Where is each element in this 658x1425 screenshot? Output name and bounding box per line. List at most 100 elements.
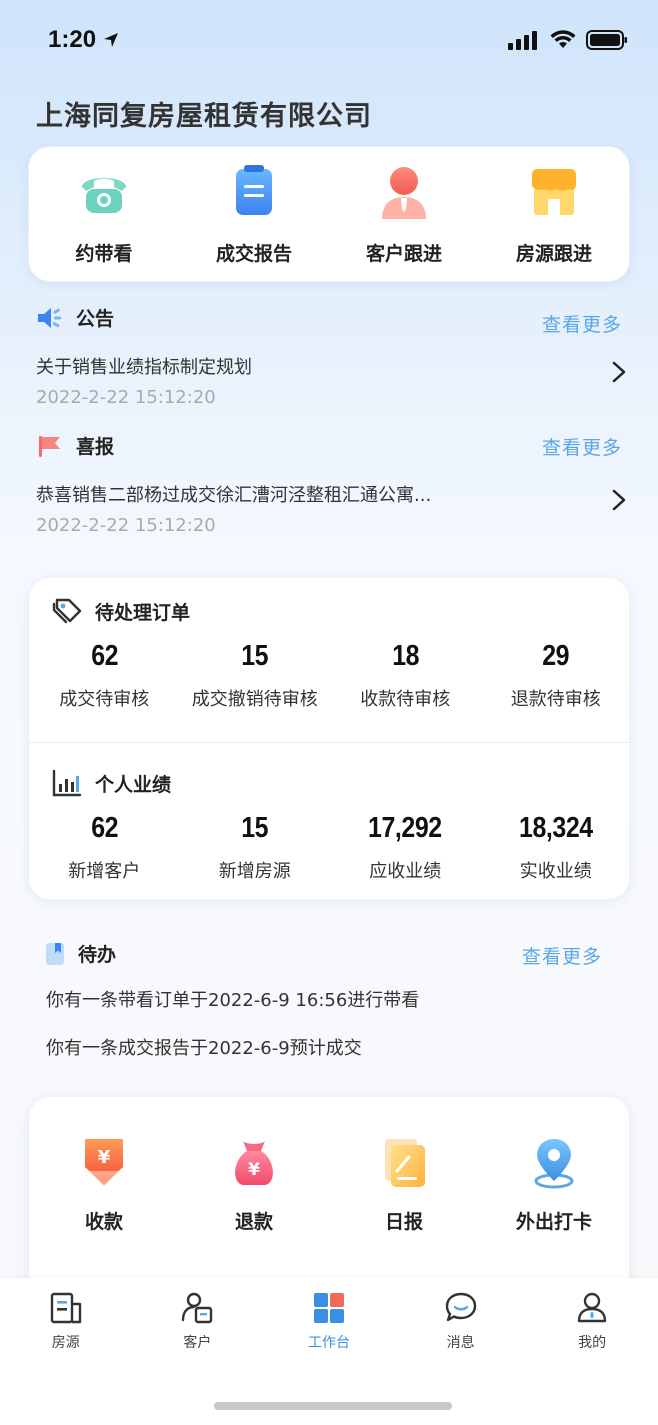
tool-label: 外出打卡 — [515, 1211, 592, 1233]
report-icon — [236, 165, 272, 215]
tab-label: 房源 — [51, 1335, 80, 1351]
performance-stats: 62 新增客户 15 新增房源 17,292 应收业绩 18,324 实收业绩 — [29, 812, 631, 883]
stat-new-properties[interactable]: 15 新增房源 — [180, 812, 331, 883]
tool-label: 日报 — [384, 1211, 423, 1233]
stat-new-customers[interactable]: 62 新增客户 — [29, 812, 180, 883]
bookmark-icon — [46, 942, 64, 965]
stat-label: 收款待审核 — [360, 689, 451, 710]
todo-item[interactable]: 你有一条成交报告于2022-6-9预计成交 — [46, 1034, 362, 1060]
tab-properties[interactable]: 房源 — [0, 1290, 132, 1352]
customer-icon — [382, 167, 426, 219]
stat-received[interactable]: 18,324 实收业绩 — [481, 812, 632, 883]
building-icon — [50, 1292, 81, 1324]
stat-value: 15 — [241, 640, 269, 672]
phone-icon — [82, 178, 126, 213]
stat-receivable[interactable]: 17,292 应收业绩 — [330, 812, 481, 883]
quick-action-label: 约带看 — [75, 243, 133, 265]
stat-value: 18 — [391, 640, 419, 672]
chevron-right-icon[interactable] — [612, 361, 626, 383]
announcement-header: 公告 — [36, 304, 114, 331]
quick-actions-card: 约带看 成交报告 客户跟进 房源跟进 — [28, 146, 630, 282]
pending-orders-header: 待处理订单 — [51, 596, 190, 626]
stat-value: 62 — [90, 640, 118, 672]
refund-icon: ¥ — [235, 1141, 273, 1185]
stat-deal-cancel-pending[interactable]: 15 成交撤销待审核 — [180, 640, 331, 711]
stat-deal-pending[interactable]: 62 成交待审核 — [29, 640, 180, 711]
performance-header: 个人业绩 — [51, 768, 171, 798]
bar-chart-icon — [52, 769, 82, 797]
user-icon — [577, 1292, 607, 1323]
tool-refund[interactable]: ¥ 退款 — [179, 1097, 329, 1295]
tab-messages[interactable]: 消息 — [395, 1290, 527, 1352]
stat-value: 17,292 — [368, 812, 443, 844]
pending-orders-stats: 62 成交待审核 15 成交撤销待审核 18 收款待审核 29 退款待审核 — [29, 640, 631, 711]
tag-icon — [52, 598, 82, 624]
company-name: 上海同复房屋租赁有限公司 — [36, 101, 372, 132]
quick-action-customer-followup[interactable]: 客户跟进 — [329, 147, 479, 281]
collect-icon: ¥ — [85, 1139, 123, 1187]
announcement-title: 公告 — [76, 308, 115, 330]
status-time: 1:20 — [48, 26, 120, 54]
wifi-icon — [550, 30, 576, 48]
tab-label: 消息 — [446, 1335, 475, 1351]
quick-action-deal-report[interactable]: 成交报告 — [179, 147, 329, 281]
good-news-header: 喜报 — [36, 432, 114, 459]
tab-label: 客户 — [183, 1335, 212, 1351]
customer-card-icon — [182, 1292, 213, 1324]
good-news-more-link[interactable]: 查看更多 — [542, 433, 622, 460]
stat-refund-pending[interactable]: 29 退款待审核 — [481, 640, 632, 711]
tool-daily-report[interactable]: 日报 — [329, 1097, 479, 1295]
status-indicators — [508, 30, 628, 50]
store-icon — [532, 169, 576, 215]
pending-orders-title: 待处理订单 — [95, 601, 191, 624]
svg-text:¥: ¥ — [98, 1147, 111, 1168]
stat-label: 应收业绩 — [369, 861, 442, 882]
location-arrow-icon — [104, 33, 119, 47]
stat-collection-pending[interactable]: 18 收款待审核 — [330, 640, 481, 711]
divider — [29, 742, 631, 743]
daily-report-icon — [385, 1139, 425, 1187]
tab-mine[interactable]: 我的 — [526, 1290, 658, 1352]
good-news-text[interactable]: 恭喜销售二部杨过成交徐汇漕河泾整租汇通公寓... — [36, 481, 431, 507]
tool-label: 退款 — [234, 1211, 273, 1233]
tool-collect[interactable]: ¥ 收款 — [29, 1097, 179, 1295]
status-time-text: 1:20 — [48, 26, 97, 53]
quick-action-label: 成交报告 — [215, 243, 292, 265]
quick-action-property-followup[interactable]: 房源跟进 — [479, 147, 629, 281]
flag-icon — [39, 435, 60, 457]
home-indicator[interactable] — [214, 1402, 452, 1410]
speaker-icon — [38, 307, 61, 328]
orders-performance-card: 待处理订单 62 成交待审核 15 成交撤销待审核 18 收款待审核 29 退款… — [28, 577, 631, 900]
stat-label: 退款待审核 — [510, 689, 601, 710]
tool-checkin[interactable]: 外出打卡 — [479, 1097, 629, 1295]
tab-label: 我的 — [578, 1335, 607, 1351]
performance-title: 个人业绩 — [95, 773, 172, 796]
location-icon — [534, 1139, 574, 1189]
announcement-text[interactable]: 关于销售业绩指标制定规划 — [36, 353, 252, 379]
stat-value: 18,324 — [518, 812, 593, 844]
chat-bubble-icon — [445, 1292, 476, 1322]
stat-value: 15 — [241, 812, 269, 844]
stat-label: 新增房源 — [218, 861, 291, 882]
tab-label: 工作台 — [307, 1335, 350, 1351]
todo-more-link[interactable]: 查看更多 — [522, 942, 602, 969]
quick-action-appointment[interactable]: 约带看 — [29, 147, 179, 281]
stat-value: 62 — [90, 812, 118, 844]
battery-icon — [586, 30, 627, 50]
stat-label: 实收业绩 — [519, 861, 592, 882]
chevron-right-icon[interactable] — [612, 489, 626, 511]
good-news-title: 喜报 — [76, 436, 115, 458]
announcement-date: 2022-2-22 15:12:20 — [36, 387, 216, 408]
tool-label: 收款 — [84, 1211, 123, 1233]
tab-customers[interactable]: 客户 — [132, 1290, 264, 1352]
todo-header: 待办 — [44, 940, 116, 967]
quick-action-label: 房源跟进 — [515, 243, 592, 265]
quick-action-label: 客户跟进 — [365, 243, 442, 265]
stat-label: 成交待审核 — [59, 689, 150, 710]
announcement-more-link[interactable]: 查看更多 — [542, 310, 622, 337]
stat-label: 成交撤销待审核 — [191, 689, 318, 710]
svg-text:¥: ¥ — [248, 1160, 260, 1180]
tab-workbench[interactable]: 工作台 — [263, 1290, 395, 1352]
stat-label: 新增客户 — [68, 861, 141, 882]
todo-item[interactable]: 你有一条带看订单于2022-6-9 16:56进行带看 — [46, 986, 419, 1012]
